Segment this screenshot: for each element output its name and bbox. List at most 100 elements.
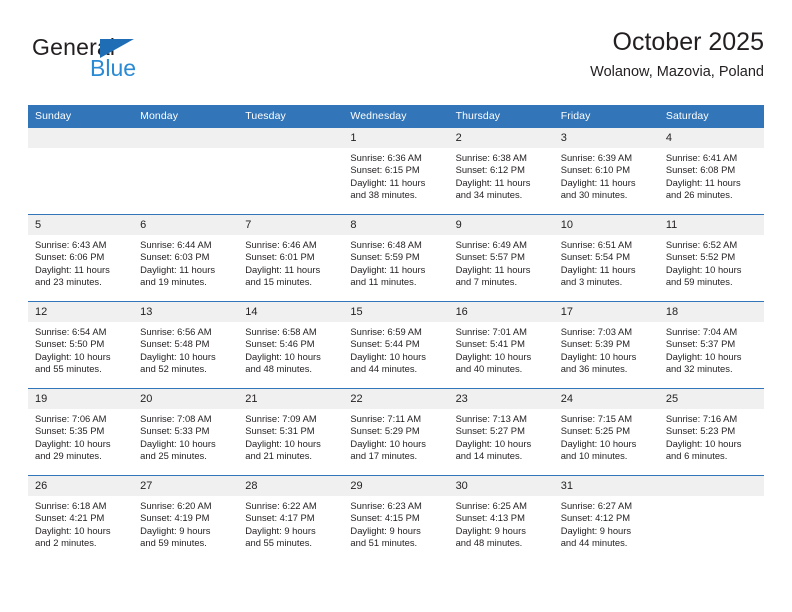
sunset-text: Sunset: 5:37 PM — [665, 338, 736, 350]
general-blue-logo[interactable]: General Blue — [32, 36, 252, 92]
weekday-header-monday: Monday — [133, 105, 239, 128]
calendar-day-cell[interactable]: 27 Sunrise: 6:20 AM Sunset: 4:19 PM Dayligh… — [133, 475, 239, 562]
sunrise-text: Sunrise: 7:08 AM — [140, 413, 212, 424]
daylight-text-line2: and 6 minutes. — [665, 449, 728, 461]
sunrise-text: Sunrise: 7:03 AM — [560, 326, 633, 337]
day-details: Sunrise: 6:41 AM Sunset: 6:08 PM Daylight:… — [659, 148, 764, 201]
day-number: 18 — [658, 302, 764, 322]
page-subtitle: Wolanow, Mazovia, Poland — [590, 63, 764, 80]
daylight-text-line1: Daylight: 11 hours — [665, 176, 741, 188]
day-cell-inner: 27 Sunrise: 6:20 AM Sunset: 4:19 PM Dayligh… — [133, 476, 239, 562]
weekday-header-wednesday: Wednesday — [343, 105, 449, 128]
sunrise-text: Sunrise: 6:22 AM — [245, 500, 317, 511]
daylight-text-line1: Daylight: 11 hours — [350, 176, 426, 188]
sunset-text: Sunset: 4:13 PM — [455, 512, 525, 524]
day-number: 27 — [133, 476, 239, 496]
sunset-text: Sunset: 5:52 PM — [665, 251, 736, 263]
calendar-day-cell[interactable]: 17 Sunrise: 7:03 AM Sunset: 5:39 PM Dayligh… — [553, 301, 659, 389]
day-details: Sunrise: 7:16 AM Sunset: 5:23 PM Daylight:… — [659, 409, 764, 462]
sunrise-text: Sunrise: 6:44 AM — [140, 239, 212, 250]
sunrise-text: Sunrise: 6:56 AM — [140, 326, 212, 337]
calendar-day-cell[interactable]: 5 Sunrise: 6:43 AM Sunset: 6:06 PM Daylight… — [28, 214, 134, 302]
daylight-text-line1: Daylight: 9 hours — [455, 524, 526, 536]
day-details: Sunrise: 6:20 AM Sunset: 4:19 PM Daylight:… — [133, 496, 238, 549]
calendar-day-cell[interactable]: 3 Sunrise: 6:39 AM Sunset: 6:10 PM Daylight… — [553, 127, 659, 215]
daylight-text-line1: Daylight: 10 hours — [245, 350, 321, 362]
day-cell-inner: 8 Sunrise: 6:48 AM Sunset: 5:59 PM Daylight… — [343, 215, 449, 301]
calendar-day-cell[interactable]: 9 Sunrise: 6:49 AM Sunset: 5:57 PM Daylight… — [448, 214, 554, 302]
calendar-day-cell[interactable]: 10 Sunrise: 6:51 AM Sunset: 5:54 PM Dayligh… — [553, 214, 659, 302]
day-cell-inner: 29 Sunrise: 6:23 AM Sunset: 4:15 PM Dayligh… — [343, 476, 449, 562]
calendar-day-cell[interactable]: 26 Sunrise: 6:18 AM Sunset: 4:21 PM Dayligh… — [28, 475, 134, 562]
day-details: Sunrise: 6:48 AM Sunset: 5:59 PM Daylight:… — [343, 235, 448, 288]
calendar-day-cell[interactable]: 7 Sunrise: 6:46 AM Sunset: 6:01 PM Daylight… — [238, 214, 344, 302]
daylight-text-line1: Daylight: 10 hours — [35, 524, 111, 536]
day-details: Sunrise: 6:43 AM Sunset: 6:06 PM Daylight:… — [28, 235, 133, 288]
sunset-text: Sunset: 5:35 PM — [35, 425, 105, 437]
day-details: Sunrise: 6:46 AM Sunset: 6:01 PM Daylight:… — [238, 235, 343, 288]
calendar-page: General Blue October 2025 Wolanow, Mazov… — [0, 0, 792, 612]
calendar-day-cell[interactable]: 4 Sunrise: 6:41 AM Sunset: 6:08 PM Daylight… — [658, 127, 764, 215]
calendar-week-row: 1 Sunrise: 6:36 AM Sunset: 6:15 PM Daylight… — [28, 127, 764, 215]
calendar-day-cell[interactable]: 6 Sunrise: 6:44 AM Sunset: 6:03 PM Daylight… — [133, 214, 239, 302]
calendar-day-cell[interactable]: 28 Sunrise: 6:22 AM Sunset: 4:17 PM Dayligh… — [238, 475, 344, 562]
calendar-day-cell[interactable]: 25 Sunrise: 7:16 AM Sunset: 5:23 PM Dayligh… — [658, 388, 764, 476]
calendar-day-cell[interactable]: 11 Sunrise: 6:52 AM Sunset: 5:52 PM Dayligh… — [658, 214, 764, 302]
daylight-text-line2: and 17 minutes. — [350, 449, 418, 461]
calendar-day-cell[interactable]: 16 Sunrise: 7:01 AM Sunset: 5:41 PM Dayligh… — [448, 301, 554, 389]
day-details: Sunrise: 7:01 AM Sunset: 5:41 PM Daylight:… — [449, 322, 554, 375]
calendar-day-cell[interactable]: 23 Sunrise: 7:13 AM Sunset: 5:27 PM Dayligh… — [448, 388, 554, 476]
calendar-cell-empty — [133, 127, 239, 215]
sunset-text: Sunset: 5:57 PM — [455, 251, 525, 263]
sunrise-text: Sunrise: 7:11 AM — [350, 413, 422, 424]
calendar-day-cell[interactable]: 12 Sunrise: 6:54 AM Sunset: 5:50 PM Dayligh… — [28, 301, 134, 389]
sunset-text: Sunset: 5:59 PM — [350, 251, 420, 263]
day-details: Sunrise: 6:56 AM Sunset: 5:48 PM Daylight:… — [133, 322, 238, 375]
daylight-text-line2: and 55 minutes. — [35, 362, 102, 374]
sunset-text: Sunset: 5:39 PM — [560, 338, 631, 350]
day-number: 23 — [448, 389, 554, 409]
day-number — [658, 476, 764, 496]
calendar-day-cell[interactable]: 31 Sunrise: 6:27 AM Sunset: 4:12 PM Dayligh… — [553, 475, 659, 562]
sunrise-text: Sunrise: 6:39 AM — [560, 152, 633, 163]
calendar-day-cell[interactable]: 15 Sunrise: 6:59 AM Sunset: 5:44 PM Dayligh… — [343, 301, 449, 389]
day-details: Sunrise: 6:36 AM Sunset: 6:15 PM Daylight:… — [343, 148, 448, 201]
daylight-text-line1: Daylight: 10 hours — [350, 350, 426, 362]
sunrise-text: Sunrise: 7:04 AM — [665, 326, 738, 337]
calendar-day-cell[interactable]: 21 Sunrise: 7:09 AM Sunset: 5:31 PM Dayligh… — [238, 388, 344, 476]
day-number — [238, 128, 344, 148]
day-number: 17 — [553, 302, 659, 322]
sunrise-text: Sunrise: 6:52 AM — [665, 239, 738, 250]
calendar-day-cell[interactable]: 29 Sunrise: 6:23 AM Sunset: 4:15 PM Dayligh… — [343, 475, 449, 562]
sunrise-text: Sunrise: 6:54 AM — [35, 326, 107, 337]
calendar-day-cell[interactable]: 22 Sunrise: 7:11 AM Sunset: 5:29 PM Dayligh… — [343, 388, 449, 476]
daylight-text-line1: Daylight: 11 hours — [455, 176, 531, 188]
daylight-text-line2: and 38 minutes. — [350, 188, 418, 200]
calendar-day-cell[interactable]: 14 Sunrise: 6:58 AM Sunset: 5:46 PM Dayligh… — [238, 301, 344, 389]
sunrise-text: Sunrise: 6:51 AM — [560, 239, 633, 250]
weekday-header-sunday: Sunday — [28, 105, 134, 128]
day-cell-inner: 2 Sunrise: 6:38 AM Sunset: 6:12 PM Daylight… — [448, 128, 554, 214]
title-block: October 2025 Wolanow, Mazovia, Poland — [590, 28, 764, 80]
logo-text-blue: Blue — [90, 55, 137, 81]
day-details: Sunrise: 6:54 AM Sunset: 5:50 PM Daylight:… — [28, 322, 133, 375]
calendar-day-cell[interactable]: 2 Sunrise: 6:38 AM Sunset: 6:12 PM Daylight… — [448, 127, 554, 215]
calendar-day-cell[interactable]: 8 Sunrise: 6:48 AM Sunset: 5:59 PM Daylight… — [343, 214, 449, 302]
calendar-day-cell[interactable]: 1 Sunrise: 6:36 AM Sunset: 6:15 PM Daylight… — [343, 127, 449, 215]
calendar-day-cell[interactable]: 24 Sunrise: 7:15 AM Sunset: 5:25 PM Dayligh… — [553, 388, 659, 476]
calendar-day-cell[interactable]: 18 Sunrise: 7:04 AM Sunset: 5:37 PM Dayligh… — [658, 301, 764, 389]
daylight-text-line1: Daylight: 11 hours — [455, 263, 531, 275]
calendar-day-cell[interactable]: 19 Sunrise: 7:06 AM Sunset: 5:35 PM Dayligh… — [28, 388, 134, 476]
day-number: 8 — [343, 215, 449, 235]
sunset-text: Sunset: 6:03 PM — [140, 251, 210, 263]
calendar-day-cell[interactable]: 20 Sunrise: 7:08 AM Sunset: 5:33 PM Dayligh… — [133, 388, 239, 476]
day-cell-inner: 23 Sunrise: 7:13 AM Sunset: 5:27 PM Dayligh… — [448, 389, 554, 475]
sunrise-text: Sunrise: 6:41 AM — [665, 152, 738, 163]
sunrise-text: Sunrise: 7:01 AM — [455, 326, 527, 337]
daylight-text-line2: and 19 minutes. — [140, 275, 207, 287]
day-number: 31 — [553, 476, 659, 496]
calendar-day-cell[interactable]: 13 Sunrise: 6:56 AM Sunset: 5:48 PM Dayligh… — [133, 301, 239, 389]
day-number: 28 — [238, 476, 344, 496]
sunrise-text: Sunrise: 6:38 AM — [455, 152, 527, 163]
calendar-day-cell[interactable]: 30 Sunrise: 6:25 AM Sunset: 4:13 PM Dayligh… — [448, 475, 554, 562]
